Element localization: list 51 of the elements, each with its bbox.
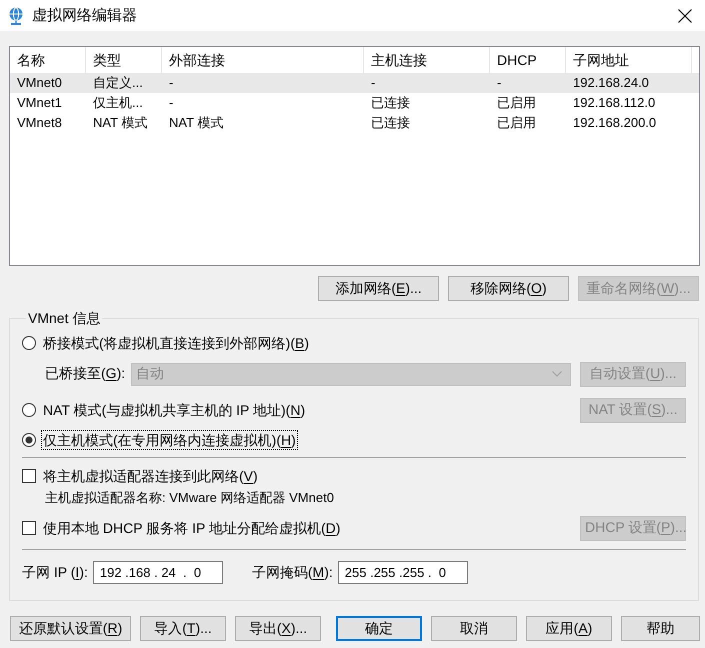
dialog-button[interactable]: 帮助 (621, 616, 700, 641)
table-cell-text: - (168, 94, 174, 112)
radio-button[interactable] (22, 433, 36, 447)
radio-button[interactable] (22, 336, 36, 350)
dialog-button[interactable]: 还原默认设置(R) (10, 616, 131, 641)
checkbox[interactable] (22, 469, 36, 483)
ip-address-field[interactable]: 192 .168 . 24 . 0 (92, 561, 223, 584)
field-label: 子网掩码(M): (252, 564, 333, 582)
chevron-down-icon (552, 371, 562, 377)
radio-label[interactable]: 桥接模式(将虚拟机直接连接到外部网络)(B) (42, 334, 310, 352)
table-cell-text: 192.168.200.0 (572, 114, 658, 132)
table-cell-text: 自定义... (92, 74, 144, 92)
table-cell-text: NAT 模式 (92, 114, 148, 132)
close-icon (678, 8, 692, 22)
table-cell-text: NAT 模式 (168, 114, 224, 132)
group-title: VMnet 信息 (27, 310, 102, 327)
table-row[interactable]: VMnet1 仅主机... - 已连接 已启用 192.168.112.0 (10, 93, 699, 113)
checkbox-label[interactable]: 将主机虚拟适配器连接到此网络(V) (42, 467, 259, 485)
network-button[interactable]: 移除网络(O) (448, 276, 569, 301)
field-label: 已桥接至(G): (45, 365, 126, 383)
globe-icon (8, 6, 24, 24)
table-cell-text: 192.168.24.0 (572, 74, 650, 92)
network-button[interactable]: 添加网络(E)... (318, 276, 439, 301)
radio-button[interactable] (22, 403, 36, 417)
table-cell-text: - (496, 74, 502, 92)
dialog-button[interactable]: 导出(X)... (235, 616, 321, 641)
table-cell-text: VMnet0 (16, 74, 63, 92)
checkbox[interactable] (22, 521, 36, 535)
table-cell-text: - (370, 74, 376, 92)
table-cell-text: 已启用 (496, 94, 537, 112)
table-row[interactable]: VMnet8 NAT 模式 NAT 模式 已连接 已启用 192.168.200.0 (10, 113, 699, 133)
table-cell-text: VMnet8 (16, 114, 63, 132)
dialog-button[interactable]: 确定 (336, 616, 422, 641)
table-cell-text: VMnet1 (16, 94, 63, 112)
checkbox-label[interactable]: 使用本地 DHCP 服务将 IP 地址分配给虚拟机(D) (42, 519, 342, 537)
subnet-mask-field[interactable]: 255 .255 .255 . 0 (338, 561, 468, 584)
dialog-button[interactable]: 导入(T)... (140, 616, 226, 641)
table-cell-text: 已连接 (370, 94, 411, 112)
radio-label[interactable]: 仅主机模式(在专用网络内连接虚拟机)(H) (42, 431, 297, 449)
table-cell-text: 已启用 (496, 114, 537, 132)
dialog-button[interactable]: 应用(A) (526, 616, 612, 641)
table-cell-text: 仅主机... (92, 94, 144, 112)
dialog-button[interactable]: 取消 (431, 616, 517, 641)
adapter-name-text: 主机虚拟适配器名称: VMware 网络适配器 VMnet0 (44, 489, 335, 507)
table-cell-text: 192.168.112.0 (572, 94, 656, 112)
window-title: 虚拟网络编辑器 (32, 6, 137, 25)
radio-label[interactable]: NAT 模式(与虚拟机共享主机的 IP 地址)(N) (42, 401, 306, 419)
table-row[interactable]: VMnet0 自定义... - - - 192.168.24.0 (10, 73, 699, 93)
field-label: 子网 IP (I): (22, 564, 88, 582)
table-cell-text: 已连接 (370, 114, 411, 132)
table-cell-text: - (168, 74, 174, 92)
